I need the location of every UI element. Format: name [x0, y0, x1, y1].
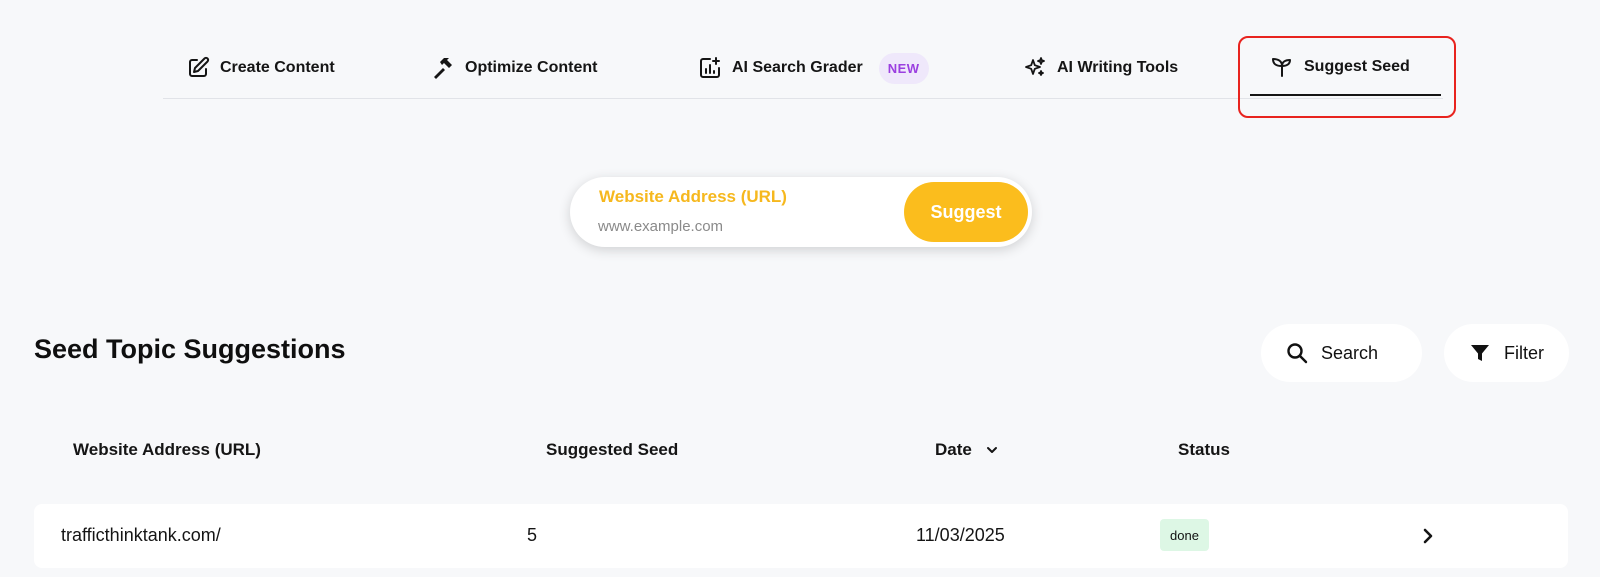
- tab-label: Suggest Seed: [1304, 58, 1410, 75]
- tab-create-content[interactable]: Create Content: [186, 38, 335, 98]
- active-tab-indicator: [1250, 94, 1441, 96]
- filter-label: Filter: [1504, 342, 1544, 363]
- tab-suggest-seed[interactable]: Suggest Seed: [1270, 37, 1410, 97]
- column-header-status: Status: [1178, 440, 1230, 459]
- sprout-icon: [1272, 58, 1291, 77]
- search-icon: [1287, 343, 1308, 364]
- tab-label: Optimize Content: [465, 59, 598, 76]
- column-header-date[interactable]: Date: [935, 440, 1000, 460]
- chart-icon: [700, 57, 720, 78]
- tab-ai-writing-tools[interactable]: AI Writing Tools: [1023, 38, 1178, 98]
- suggest-seed-form: Website Address (URL) Suggest: [570, 177, 1032, 247]
- filter-icon: [1471, 345, 1489, 361]
- tab-optimize-content[interactable]: Optimize Content: [431, 38, 597, 98]
- tab-ai-search-grader[interactable]: AI Search Grader NEW: [698, 38, 929, 98]
- sparkles-icon: [1025, 57, 1045, 76]
- row-suggested-seed-count: 5: [527, 525, 538, 545]
- status-badge: done: [1160, 519, 1209, 551]
- new-badge: NEW: [878, 52, 929, 84]
- edit-icon: [189, 56, 210, 77]
- chevron-down-icon: [986, 447, 997, 453]
- filter-button[interactable]: Filter: [1444, 324, 1569, 382]
- main-tabs: Create Content Optimize Content AI Searc…: [163, 38, 1443, 99]
- url-input[interactable]: [598, 215, 898, 237]
- column-header-url: Website Address (URL): [73, 440, 261, 459]
- page-title: Seed Topic Suggestions: [34, 334, 346, 364]
- tab-label: AI Writing Tools: [1057, 59, 1179, 76]
- tab-label: AI Search Grader: [732, 59, 863, 76]
- column-header-suggested-seed: Suggested Seed: [546, 440, 679, 459]
- url-field-label: Website Address (URL): [599, 187, 787, 206]
- suggest-button[interactable]: Suggest: [904, 182, 1028, 242]
- search-label: Search: [1321, 342, 1379, 363]
- search-button[interactable]: Search: [1261, 324, 1422, 382]
- tab-label: Create Content: [220, 59, 335, 76]
- hammer-icon: [434, 58, 452, 79]
- chevron-right-icon[interactable]: [1416, 524, 1440, 548]
- row-url: trafficthinktank.com/: [61, 525, 221, 545]
- row-date: 11/03/2025: [916, 525, 1005, 545]
- table-row[interactable]: trafficthinktank.com/ 5 11/03/2025 done: [34, 504, 1568, 568]
